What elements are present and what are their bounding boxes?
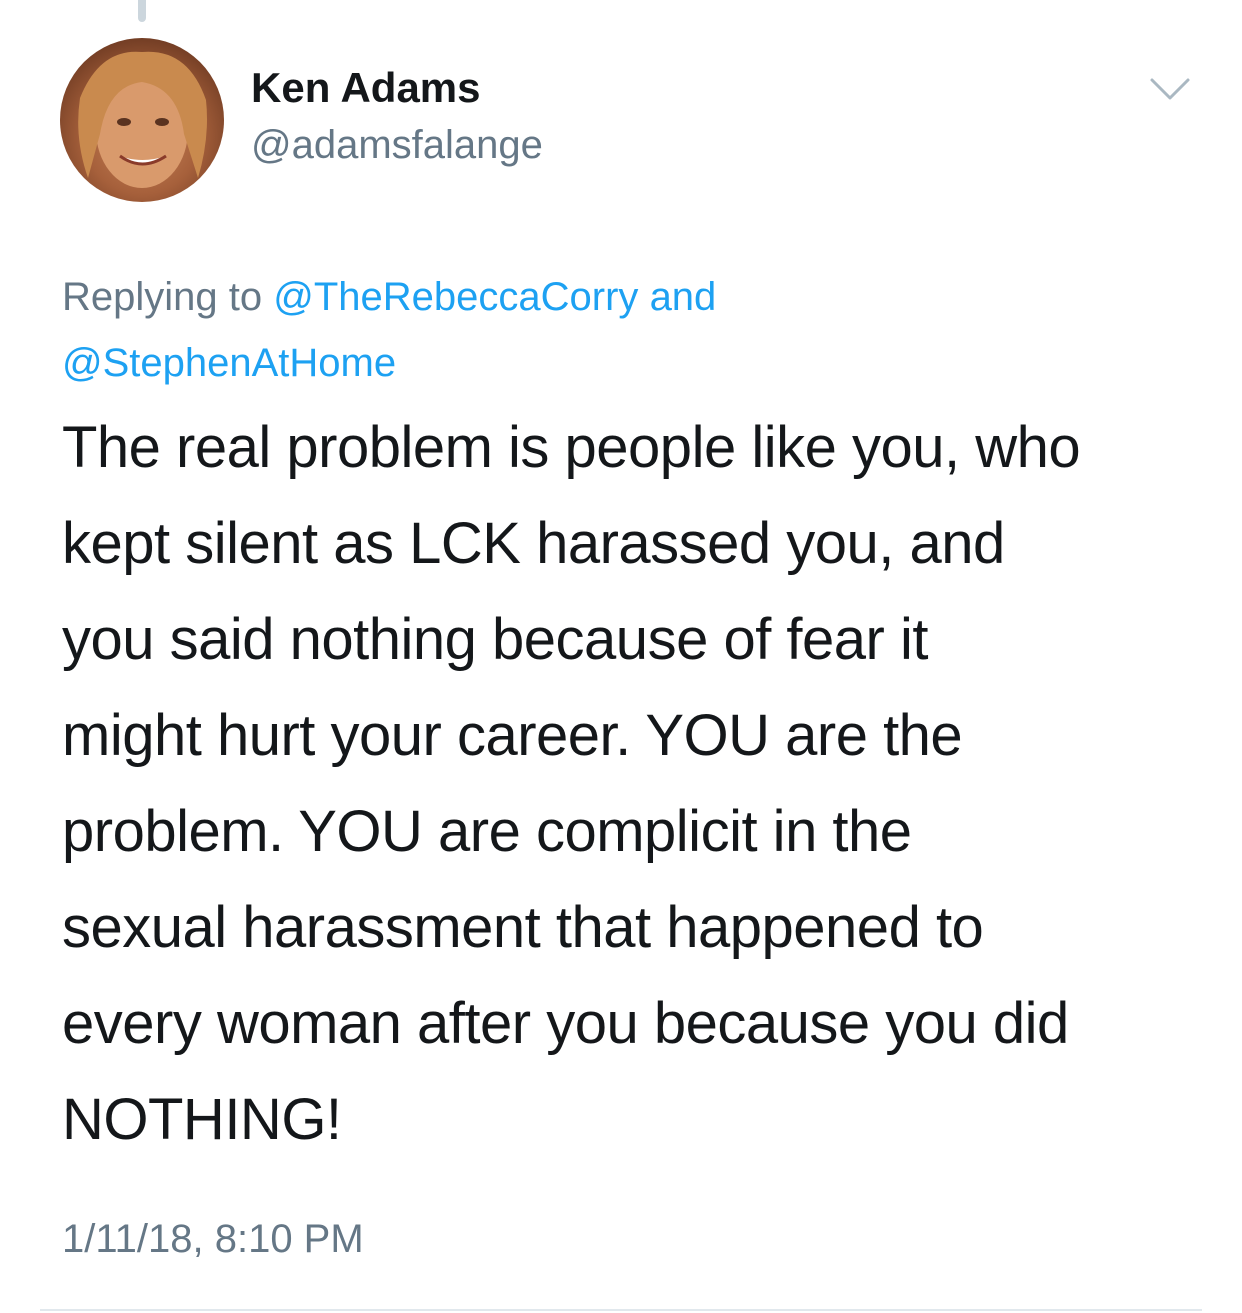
tweet-text-line: NOTHING!: [62, 1087, 342, 1152]
avatar[interactable]: [60, 38, 224, 202]
author-handle[interactable]: @adamsfalange: [251, 121, 543, 169]
tweet-text-line: every woman after you because you did: [62, 991, 1069, 1056]
replying-to: Replying to @TheRebeccaCorry and @Stephe…: [62, 264, 1192, 396]
tweet-text: The real problem is people like you, who…: [62, 400, 1202, 1168]
divider: [40, 1309, 1202, 1311]
mention-link[interactable]: @TheRebeccaCorry: [273, 275, 638, 319]
mention-joiner: and: [649, 275, 717, 319]
mention-link[interactable]: @StephenAtHome: [62, 341, 396, 385]
author-name[interactable]: Ken Adams: [251, 64, 481, 112]
tweet-text-line: sexual harassment that happened to: [62, 895, 984, 960]
tweet-text-line: might hurt your career. YOU are the: [62, 703, 963, 768]
profile-photo-icon: [78, 51, 207, 188]
tweet-timestamp[interactable]: 1/11/18, 8:10 PM: [62, 1214, 364, 1264]
tweet-text-line: kept silent as LCK harassed you, and: [62, 511, 1005, 576]
tweet-text-line: The real problem is people like you, who: [62, 415, 1081, 480]
replying-prefix: Replying to: [62, 275, 263, 319]
thread-connector-line: [138, 0, 146, 22]
tweet-text-line: problem. YOU are complicit in the: [62, 799, 912, 864]
chevron-down-icon[interactable]: [1148, 76, 1192, 104]
tweet-text-line: you said nothing because of fear it: [62, 607, 928, 672]
